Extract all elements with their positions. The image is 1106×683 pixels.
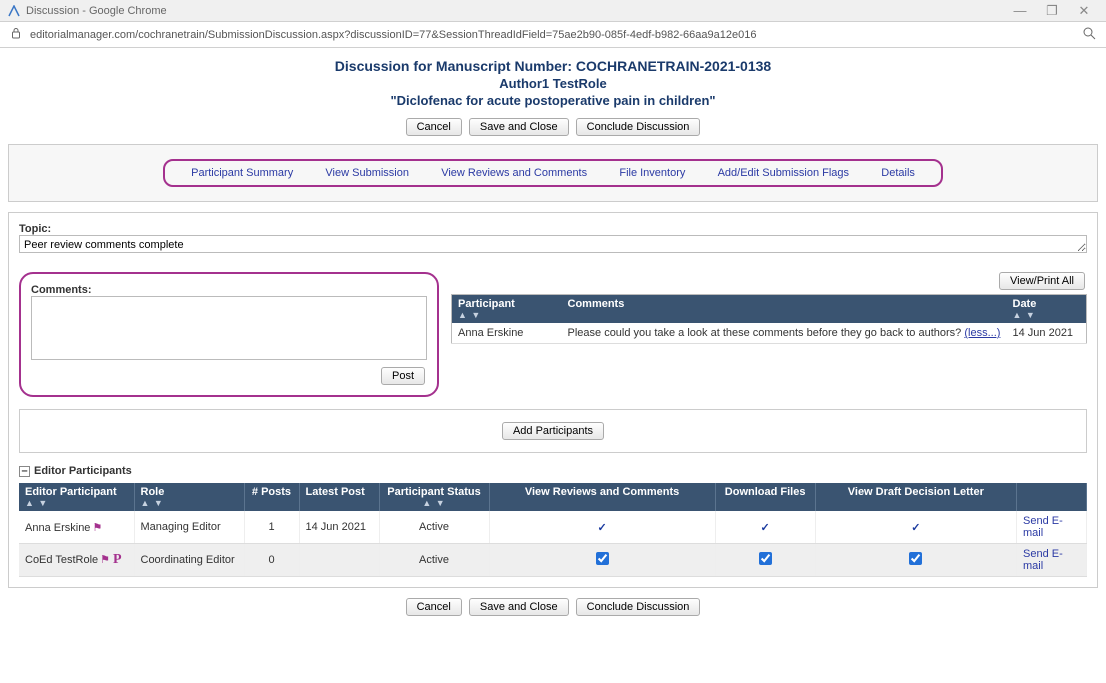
less-link[interactable]: (less...) (964, 327, 1000, 339)
editor-participants-header: – Editor Participants (19, 465, 1087, 477)
cell-action: Send E-mail (1017, 511, 1087, 544)
linkbar-panel: Participant Summary View Submission View… (8, 144, 1098, 202)
post-button[interactable]: Post (381, 367, 425, 385)
th-role[interactable]: Role▲ ▼ (134, 483, 244, 511)
cell-reviews (489, 544, 715, 577)
cell-posts: 0 (244, 544, 299, 577)
cell-comment: Please could you take a look at these co… (562, 323, 1007, 344)
comments-textarea[interactable] (31, 296, 427, 360)
add-participants-panel: Add Participants (19, 409, 1087, 453)
maximize-button[interactable]: ❐ (1038, 2, 1066, 20)
cell-download: ✓ (715, 511, 815, 544)
topic-panel: Topic: Comments: Post View/Print All Par… (8, 212, 1098, 588)
link-add-edit-flags[interactable]: Add/Edit Submission Flags (718, 167, 849, 179)
conclude-button[interactable]: Conclude Discussion (576, 598, 701, 616)
th-editor-participant[interactable]: Editor Participant▲ ▼ (19, 483, 134, 511)
cell-latest (299, 544, 379, 577)
cell-draft (815, 544, 1016, 577)
th-download: Download Files (715, 483, 815, 511)
th-date[interactable]: Date▲ ▼ (1007, 295, 1087, 324)
cancel-button[interactable]: Cancel (406, 118, 462, 136)
linkbar: Participant Summary View Submission View… (163, 159, 943, 187)
lock-icon (10, 27, 22, 42)
cell-status: Active (379, 544, 489, 577)
cell-name: Anna Erskine⚑ (19, 511, 134, 544)
cell-participant: Anna Erskine (452, 323, 562, 344)
addressbar: editorialmanager.com/cochranetrain/Submi… (0, 22, 1106, 48)
topic-label: Topic: (19, 223, 51, 235)
favicon-icon (8, 5, 20, 17)
th-view-reviews: View Reviews and Comments (489, 483, 715, 511)
link-view-submission[interactable]: View Submission (325, 167, 409, 179)
table-row: Anna Erskine⚑ Managing Editor 1 14 Jun 2… (19, 511, 1087, 544)
link-file-inventory[interactable]: File Inventory (619, 167, 685, 179)
top-button-row: Cancel Save and Close Conclude Discussio… (8, 118, 1098, 136)
cell-status: Active (379, 511, 489, 544)
send-email-link[interactable]: Send E-mail (1023, 548, 1063, 572)
th-actions (1017, 483, 1087, 511)
cell-name: CoEd TestRole⚑P (19, 544, 134, 577)
th-status[interactable]: Participant Status▲ ▼ (379, 483, 489, 511)
send-email-link[interactable]: Send E-mail (1023, 515, 1063, 539)
page-header: Discussion for Manuscript Number: COCHRA… (8, 58, 1098, 108)
cell-draft: ✓ (815, 511, 1016, 544)
flag-icon: ⚑ (92, 522, 102, 534)
checkmark-icon: ✓ (911, 522, 920, 534)
cell-posts: 1 (244, 511, 299, 544)
checkmark-icon: ✓ (761, 522, 770, 534)
th-latest: Latest Post (299, 483, 379, 511)
view-print-all-button[interactable]: View/Print All (999, 272, 1085, 290)
reviews-checkbox[interactable] (596, 552, 609, 565)
cell-action: Send E-mail (1017, 544, 1087, 577)
header-line1: Discussion for Manuscript Number: COCHRA… (8, 58, 1098, 74)
bottom-button-row: Cancel Save and Close Conclude Discussio… (8, 598, 1098, 616)
table-row: CoEd TestRole⚑P Coordinating Editor 0 Ac… (19, 544, 1087, 577)
editor-participants-label: Editor Participants (34, 465, 132, 477)
url-text: editorialmanager.com/cochranetrain/Submi… (30, 29, 756, 41)
conclude-button[interactable]: Conclude Discussion (576, 118, 701, 136)
cell-download (715, 544, 815, 577)
cell-latest: 14 Jun 2021 (299, 511, 379, 544)
collapse-icon[interactable]: – (19, 466, 30, 477)
header-line2: Author1 TestRole (8, 76, 1098, 91)
topic-input[interactable] (19, 235, 1087, 253)
save-close-button[interactable]: Save and Close (469, 598, 569, 616)
minimize-button[interactable]: — (1006, 2, 1034, 20)
header-line3: "Diclofenac for acute postoperative pain… (8, 93, 1098, 108)
participants-table: Editor Participant▲ ▼ Role▲ ▼ # Posts La… (19, 483, 1087, 577)
checkmark-icon: ✓ (597, 522, 606, 534)
th-comments: Comments (562, 295, 1007, 324)
cell-reviews: ✓ (489, 511, 715, 544)
close-button[interactable]: ✕ (1070, 2, 1098, 20)
comment-row: Anna Erskine Please could you take a loo… (452, 323, 1087, 344)
cell-date: 14 Jun 2021 (1007, 323, 1087, 344)
p-icon: P (113, 552, 122, 567)
flag-icon: ⚑ (100, 554, 110, 566)
link-view-reviews[interactable]: View Reviews and Comments (441, 167, 587, 179)
window-title: Discussion - Google Chrome (26, 5, 167, 17)
th-view-draft: View Draft Decision Letter (815, 483, 1016, 511)
zoom-icon[interactable] (1082, 26, 1096, 43)
link-details[interactable]: Details (881, 167, 915, 179)
cancel-button[interactable]: Cancel (406, 598, 462, 616)
comments-box: Comments: Post (19, 272, 439, 397)
add-participants-button[interactable]: Add Participants (502, 422, 604, 440)
save-close-button[interactable]: Save and Close (469, 118, 569, 136)
draft-checkbox[interactable] (909, 552, 922, 565)
titlebar: Discussion - Google Chrome — ❐ ✕ (0, 0, 1106, 22)
download-checkbox[interactable] (759, 552, 772, 565)
link-participant-summary[interactable]: Participant Summary (191, 167, 293, 179)
comments-label: Comments: (31, 284, 92, 296)
cell-role: Managing Editor (134, 511, 244, 544)
th-posts: # Posts (244, 483, 299, 511)
th-participant[interactable]: Participant▲ ▼ (452, 295, 562, 324)
cell-role: Coordinating Editor (134, 544, 244, 577)
comments-table: Participant▲ ▼ Comments Date▲ ▼ Anna Ers… (451, 294, 1087, 344)
